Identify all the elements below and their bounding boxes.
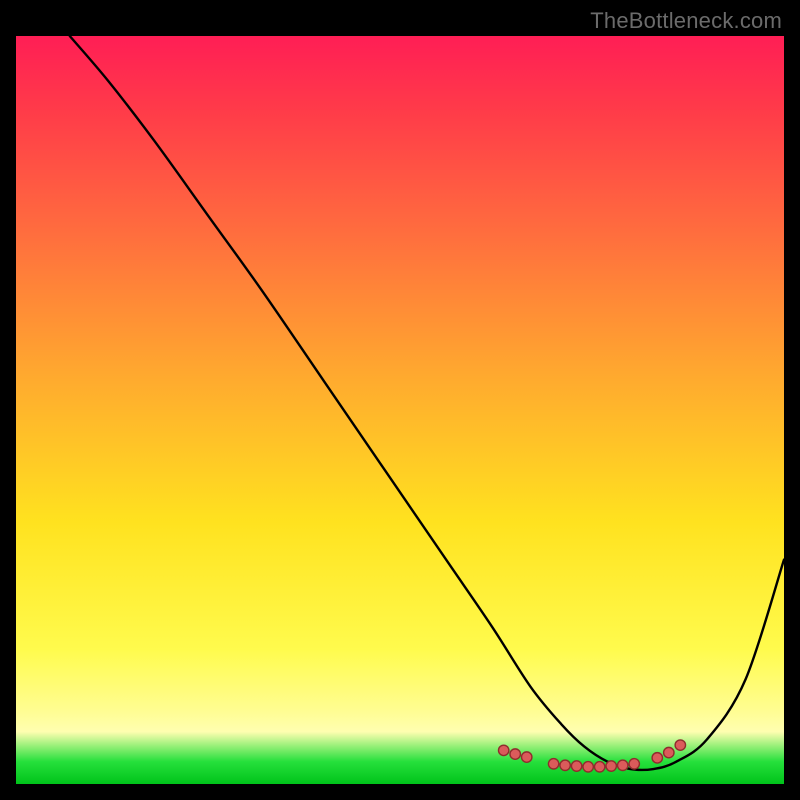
- curve-svg: [16, 36, 784, 784]
- highlight-dot: [675, 740, 685, 750]
- highlight-dot: [629, 759, 639, 769]
- highlight-dot: [618, 760, 628, 770]
- highlight-dot: [548, 759, 558, 769]
- highlight-dot: [583, 762, 593, 772]
- highlight-dot: [522, 752, 532, 762]
- highlight-dot: [652, 753, 662, 763]
- highlight-dot: [594, 762, 604, 772]
- highlight-dot: [498, 745, 508, 755]
- highlight-dot: [664, 747, 674, 757]
- chart-frame: [16, 36, 784, 784]
- highlight-dot: [560, 760, 570, 770]
- highlight-dot: [571, 761, 581, 771]
- highlight-dot: [510, 749, 520, 759]
- watermark-text: TheBottleneck.com: [590, 8, 782, 34]
- bottleneck-curve: [70, 36, 784, 770]
- highlight-dot: [606, 761, 616, 771]
